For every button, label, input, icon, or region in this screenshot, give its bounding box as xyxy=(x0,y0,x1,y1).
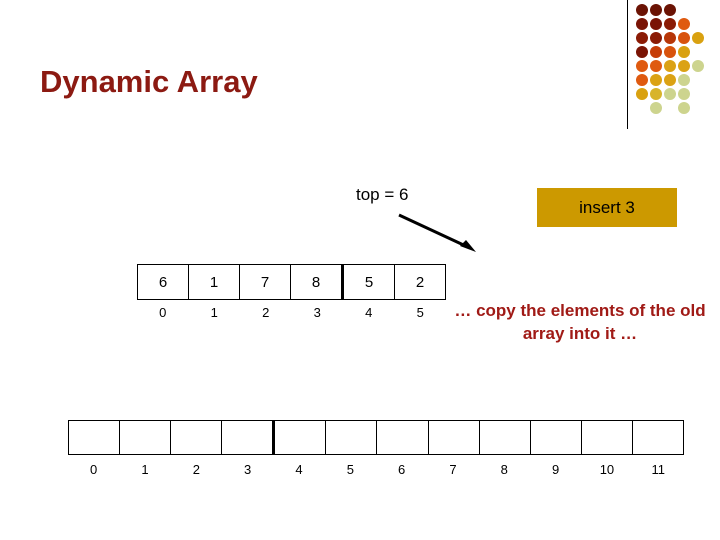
array-cell xyxy=(69,421,121,454)
logo-dot-icon xyxy=(678,74,690,86)
logo-dot-icon xyxy=(650,4,662,16)
array-cell: 7 xyxy=(240,265,291,299)
array-cell xyxy=(429,421,480,454)
array-index-label: 0 xyxy=(90,462,98,477)
array-index-label: 5 xyxy=(416,305,424,320)
logo-dot-icon xyxy=(664,88,676,100)
array-cell xyxy=(222,421,274,454)
logo-dot-icon xyxy=(678,32,690,44)
logo-dot-icon xyxy=(650,60,662,72)
logo-dot-icon xyxy=(664,18,676,30)
array-index-label: 7 xyxy=(449,462,457,477)
logo-dot-icon xyxy=(636,18,648,30)
logo-dot-icon xyxy=(650,18,662,30)
logo-dot-icon xyxy=(678,18,690,30)
logo-dot-icon xyxy=(636,4,648,16)
array-cell xyxy=(531,421,582,454)
logo-divider-line xyxy=(627,0,628,129)
array-cell xyxy=(171,421,223,454)
array-cell xyxy=(377,421,429,454)
old-array-index-row: 0 1 2 3 4 5 xyxy=(137,305,446,320)
old-array-cells: 61785 2 xyxy=(137,264,446,300)
array-index-label: 3 xyxy=(244,462,252,477)
logo-dot-icon xyxy=(664,46,676,58)
slide-canvas: Dynamic Array top = 6 insert 3 617852 01… xyxy=(0,0,720,540)
array-index-label: 10 xyxy=(599,462,615,477)
logo-dot-icon xyxy=(650,32,662,44)
logo-dot-icon xyxy=(636,74,648,86)
array-index-label: 2 xyxy=(192,462,200,477)
array-cell xyxy=(120,421,172,454)
decorative-dot-grid-icon xyxy=(636,4,720,130)
array-cell: 2 xyxy=(415,273,425,291)
insert-operation-label: insert 3 xyxy=(579,197,635,217)
array-index-label: 8 xyxy=(500,462,508,477)
logo-dot-icon xyxy=(636,88,648,100)
array-index-label: 5 xyxy=(346,462,354,477)
logo-dot-icon xyxy=(678,46,690,58)
array-cell: 6 xyxy=(138,265,189,299)
new-array-index-row: 0 1 2 3 4 5 6 7 8 9 10 11 xyxy=(68,462,684,477)
logo-dot-icon xyxy=(678,60,690,72)
array-cell xyxy=(326,421,378,454)
array-index-label: 3 xyxy=(313,305,321,320)
insert-operation-badge: insert 3 xyxy=(537,188,677,227)
logo-dot-icon xyxy=(636,60,648,72)
logo-dot-icon xyxy=(650,102,662,114)
logo-dot-icon xyxy=(664,74,676,86)
array-index-label: 4 xyxy=(365,305,373,320)
logo-dot-icon xyxy=(664,4,676,16)
array-cell xyxy=(582,421,633,454)
array-index-label: 6 xyxy=(398,462,406,477)
logo-dot-icon xyxy=(650,74,662,86)
new-array-cells xyxy=(68,420,684,455)
array-cell: 8 xyxy=(291,265,342,299)
array-index-label: 1 xyxy=(141,462,149,477)
array-index-label: 11 xyxy=(651,462,666,477)
array-index-label: 2 xyxy=(262,305,270,320)
array-cell xyxy=(273,421,327,454)
array-cell xyxy=(480,421,531,454)
array-cell: 5 xyxy=(342,265,395,299)
logo-dot-icon xyxy=(650,88,662,100)
logo-dot-icon xyxy=(636,32,648,44)
top-pointer-arrow-icon xyxy=(398,213,476,252)
logo-dot-icon xyxy=(678,88,690,100)
array-cell xyxy=(633,421,683,454)
logo-dot-icon xyxy=(650,46,662,58)
array-index-label: 4 xyxy=(295,462,303,477)
logo-dot-icon xyxy=(664,32,676,44)
copy-elements-note: … copy the elements of the old array int… xyxy=(454,301,706,343)
array-index-label: 9 xyxy=(552,462,560,477)
top-pointer-label: top = 6 xyxy=(356,185,409,204)
array-cell: 1 xyxy=(189,265,240,299)
array-index-label: 0 xyxy=(159,305,167,320)
logo-dot-icon xyxy=(664,60,676,72)
array-index-label: 1 xyxy=(210,305,218,320)
logo-dot-icon xyxy=(636,46,648,58)
logo-dot-icon xyxy=(692,60,704,72)
logo-dot-icon xyxy=(692,32,704,44)
logo-dot-icon xyxy=(678,102,690,114)
page-title: Dynamic Array xyxy=(40,64,258,99)
